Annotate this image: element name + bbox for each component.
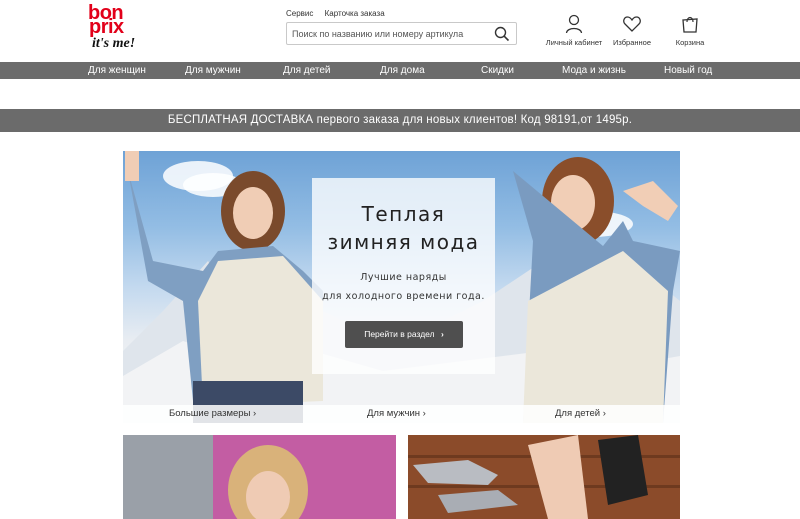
hero-subtitle: Лучшие наряды для холодного времени года… xyxy=(312,268,495,306)
hero-category-links: Большие размеры › Для мужчин › Для детей… xyxy=(123,405,680,423)
bag-icon xyxy=(682,16,698,33)
tile-image-women xyxy=(123,435,396,519)
hero-title-line2: зимняя мода xyxy=(327,230,480,254)
hero-subtitle-line2: для холодного времени года. xyxy=(322,291,485,302)
logo-tagline: it's me! xyxy=(92,36,136,51)
search-input[interactable] xyxy=(292,26,487,42)
promo-tile-women[interactable] xyxy=(123,435,396,519)
brand-logo[interactable]: bon prix it's me! xyxy=(88,3,144,56)
nav-item-sale[interactable]: Скидки xyxy=(481,62,514,79)
promo-banner[interactable]: БЕСПЛАТНАЯ ДОСТАВКА первого заказа для н… xyxy=(0,109,800,132)
plus-size-link[interactable]: Большие размеры › xyxy=(169,408,256,419)
nav-item-newyear[interactable]: Новый год xyxy=(664,62,712,79)
hero-title-line1: Теплая xyxy=(361,202,446,226)
cart-label: Корзина xyxy=(675,38,705,47)
nav-item-men[interactable]: Для мужчин xyxy=(185,62,241,79)
hero-subtitle-line1: Лучшие наряды xyxy=(360,272,447,283)
favorites-label: Избранное xyxy=(612,38,651,47)
nav-item-kids[interactable]: Для детей xyxy=(283,62,330,79)
account-button[interactable]: Личный кабинет xyxy=(544,14,604,48)
nav-item-home[interactable]: Для дома xyxy=(380,62,425,79)
heart-icon xyxy=(623,16,641,32)
model-right xyxy=(513,157,680,423)
favorites-button[interactable]: Избранное xyxy=(602,14,662,48)
kids-link[interactable]: Для детей › xyxy=(555,408,606,419)
user-icon xyxy=(565,14,583,34)
hero-text-box: Теплая зимняя мода Лучшие наряды для хол… xyxy=(312,178,495,374)
account-label: Личный кабинет xyxy=(545,38,603,47)
tile-image-shoes xyxy=(408,435,680,519)
main-nav: Для женщин Для мужчин Для детей Для дома… xyxy=(0,62,800,79)
men-link[interactable]: Для мужчин › xyxy=(367,408,426,419)
promo-tile-shoes[interactable] xyxy=(408,435,680,519)
site-header: bon prix it's me! Сервис Карточка заказа… xyxy=(0,0,800,62)
logo-text-prix: prix xyxy=(89,16,124,38)
top-links: Сервис Карточка заказа xyxy=(286,9,394,18)
nav-item-women[interactable]: Для женщин xyxy=(88,62,146,79)
chevron-right-icon: › xyxy=(440,329,444,339)
order-card-link[interactable]: Карточка заказа xyxy=(325,9,385,18)
hero-title: Теплая зимняя мода xyxy=(312,200,495,256)
search-icon[interactable] xyxy=(494,26,510,42)
hero-banner[interactable]: Теплая зимняя мода Лучшие наряды для хол… xyxy=(123,151,680,423)
service-link[interactable]: Сервис xyxy=(286,9,313,18)
go-to-section-button[interactable]: Перейти в раздел › xyxy=(345,321,463,348)
nav-item-fashion[interactable]: Мода и жизнь xyxy=(562,62,626,79)
go-to-section-label: Перейти в раздел xyxy=(364,329,435,339)
search-box xyxy=(286,22,517,45)
model-left xyxy=(125,151,323,423)
cart-button[interactable]: Корзина xyxy=(660,14,720,48)
